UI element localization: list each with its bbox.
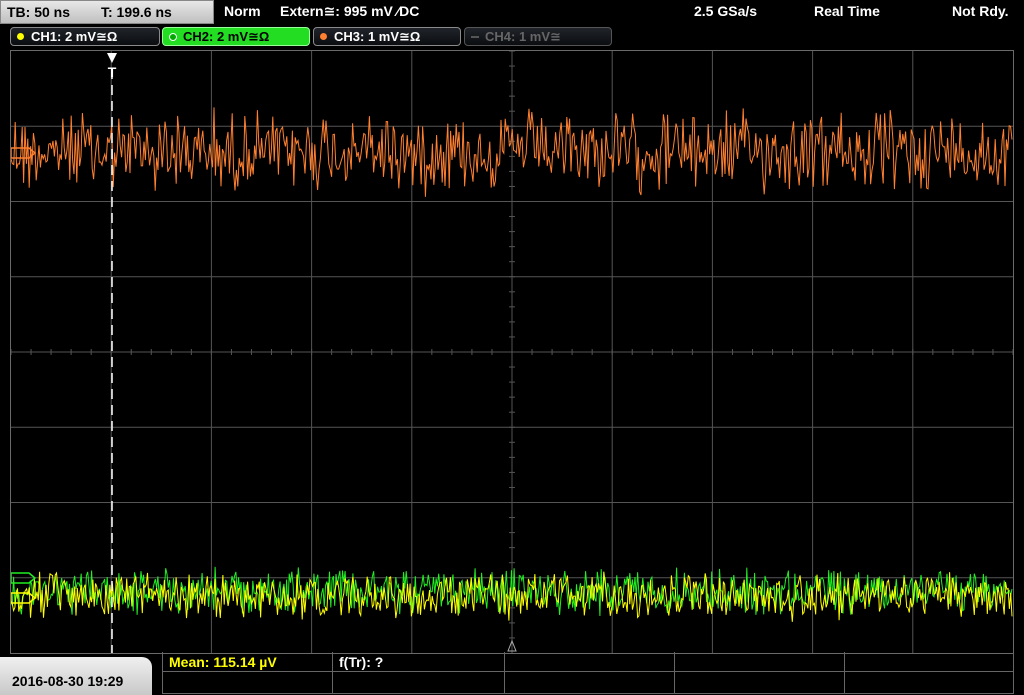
channel-4-indicator-icon — [471, 36, 479, 38]
channel-bar: CH1: 2 mV≅Ω CH2: 2 mV≅Ω CH3: 1 mV≅Ω CH4:… — [0, 25, 1024, 49]
trigger-marker-icon — [107, 53, 117, 63]
channel-1-label: CH1: 2 mV≅Ω — [31, 29, 118, 44]
measurement-cell-8[interactable] — [505, 672, 675, 693]
channel-4-button[interactable]: CH4: 1 mV≅ — [464, 27, 612, 46]
bottom-bar: 2016-08-30 19:29 Mean: 115.14 µV f(Tr): … — [0, 652, 1024, 695]
measurement-cell-5[interactable] — [845, 652, 1013, 672]
timebase-label: TB: 50 ns — [7, 4, 71, 20]
trigger-marker-label: T — [108, 64, 117, 80]
channel-1-indicator-icon — [17, 33, 24, 40]
waveform-display[interactable]: T — [10, 50, 1014, 654]
measurement-cell-mean[interactable]: Mean: 115.14 µV — [163, 652, 333, 672]
datetime-label: 2016-08-30 19:29 — [12, 673, 124, 689]
acquisition-mode: Real Time — [814, 3, 880, 19]
channel-2-label: CH2: 2 mV≅Ω — [183, 29, 270, 44]
measurement-cell-10[interactable] — [845, 672, 1013, 693]
sample-rate: 2.5 GSa/s — [694, 3, 758, 19]
top-status-bar: TB: 50 ns T: 199.6 ns Norm Extern≅: 995 … — [0, 0, 1024, 24]
measurement-cell-9[interactable] — [675, 672, 845, 693]
trigger-time-label: T: 199.6 ns — [101, 4, 172, 20]
trigger-source[interactable]: Extern≅: 995 mV ⁄DC — [280, 3, 419, 20]
measurement-cell-7[interactable] — [333, 672, 505, 693]
measurement-cell-3[interactable] — [505, 652, 675, 672]
channel-4-label: CH4: 1 mV≅ — [485, 29, 561, 44]
measurement-cell-4[interactable] — [675, 652, 845, 672]
acquisition-status: Not Rdy. — [952, 3, 1009, 19]
channel-1-button[interactable]: CH1: 2 mV≅Ω — [10, 27, 160, 46]
channel-3-label: CH3: 1 mV≅Ω — [334, 29, 421, 44]
waveform-canvas: T — [10, 50, 1014, 653]
measurement-cell-ftr[interactable]: f(Tr): ? — [333, 652, 505, 672]
channel-2-button[interactable]: CH2: 2 mV≅Ω — [162, 27, 310, 46]
measurement-cell-6[interactable] — [163, 672, 333, 693]
timebase-box[interactable]: TB: 50 ns T: 199.6 ns — [0, 0, 214, 24]
trigger-mode[interactable]: Norm — [224, 3, 261, 19]
mean-measurement: Mean: 115.14 µV — [169, 654, 277, 670]
channel-3-button[interactable]: CH3: 1 mV≅Ω — [313, 27, 461, 46]
datetime-box: 2016-08-30 19:29 — [0, 657, 152, 695]
channel-3-indicator-icon — [320, 33, 327, 40]
channel-2-indicator-icon — [169, 33, 177, 41]
ftr-measurement: f(Tr): ? — [339, 654, 384, 670]
measurement-panel[interactable]: Mean: 115.14 µV f(Tr): ? — [162, 652, 1014, 694]
